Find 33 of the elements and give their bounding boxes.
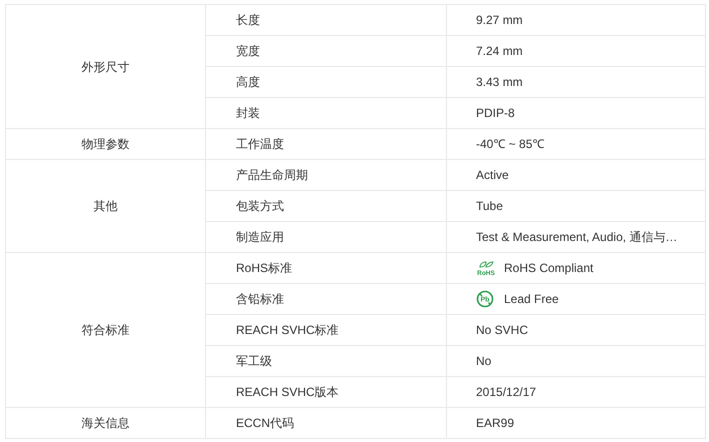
parameter-name-cell: REACH SVHC标准 (206, 314, 446, 346)
parameter-value-cell: 3.43 mm (446, 66, 706, 98)
parameter-value-cell: No (446, 346, 706, 376)
parameter-name-cell: 包装方式 (206, 190, 446, 222)
parameter-name-cell: 制造应用 (206, 222, 446, 252)
parameter-value-cell: EAR99 (446, 408, 706, 438)
parameter-value: Lead Free (504, 291, 559, 308)
parameter-value-cell: Active (446, 160, 706, 190)
parameter-name-cell: 工作温度 (206, 128, 446, 160)
parameter-name-cell: ECCN代码 (206, 408, 446, 438)
parameter-name-cell: 高度 (206, 66, 446, 98)
parameter-value-cell: Test & Measurement, Audio, 通信与… (446, 222, 706, 252)
parameter-value-cell: PDIP-8 (446, 98, 706, 128)
parameter-value-cell: 7.24 mm (446, 36, 706, 66)
parameter-value-cell: -40℃ ~ 85℃ (446, 128, 706, 160)
parameter-name-cell: 产品生命周期 (206, 160, 446, 190)
parameter-value-cell: 9.27 mm (446, 4, 706, 36)
parameter-value-cell: 2015/12/17 (446, 376, 706, 408)
parameter-name-cell: 宽度 (206, 36, 446, 66)
parameter-name-cell: 长度 (206, 4, 446, 36)
category-cell: 外形尺寸 (6, 4, 206, 128)
parameter-value-cell: Tube (446, 190, 706, 222)
parameter-value-cell: No SVHC (446, 314, 706, 346)
parameter-name-cell: REACH SVHC版本 (206, 376, 446, 408)
category-cell: 符合标准 (6, 252, 206, 408)
parameter-name-cell: RoHS标准 (206, 252, 446, 284)
parameter-name-cell: 封装 (206, 98, 446, 128)
parameter-name-cell: 含铅标准 (206, 284, 446, 314)
category-cell: 物理参数 (6, 128, 206, 160)
category-cell: 海关信息 (6, 408, 206, 438)
parameter-name-cell: 军工级 (206, 346, 446, 376)
parameter-value: RoHS Compliant (504, 260, 594, 277)
category-cell: 其他 (6, 160, 206, 252)
